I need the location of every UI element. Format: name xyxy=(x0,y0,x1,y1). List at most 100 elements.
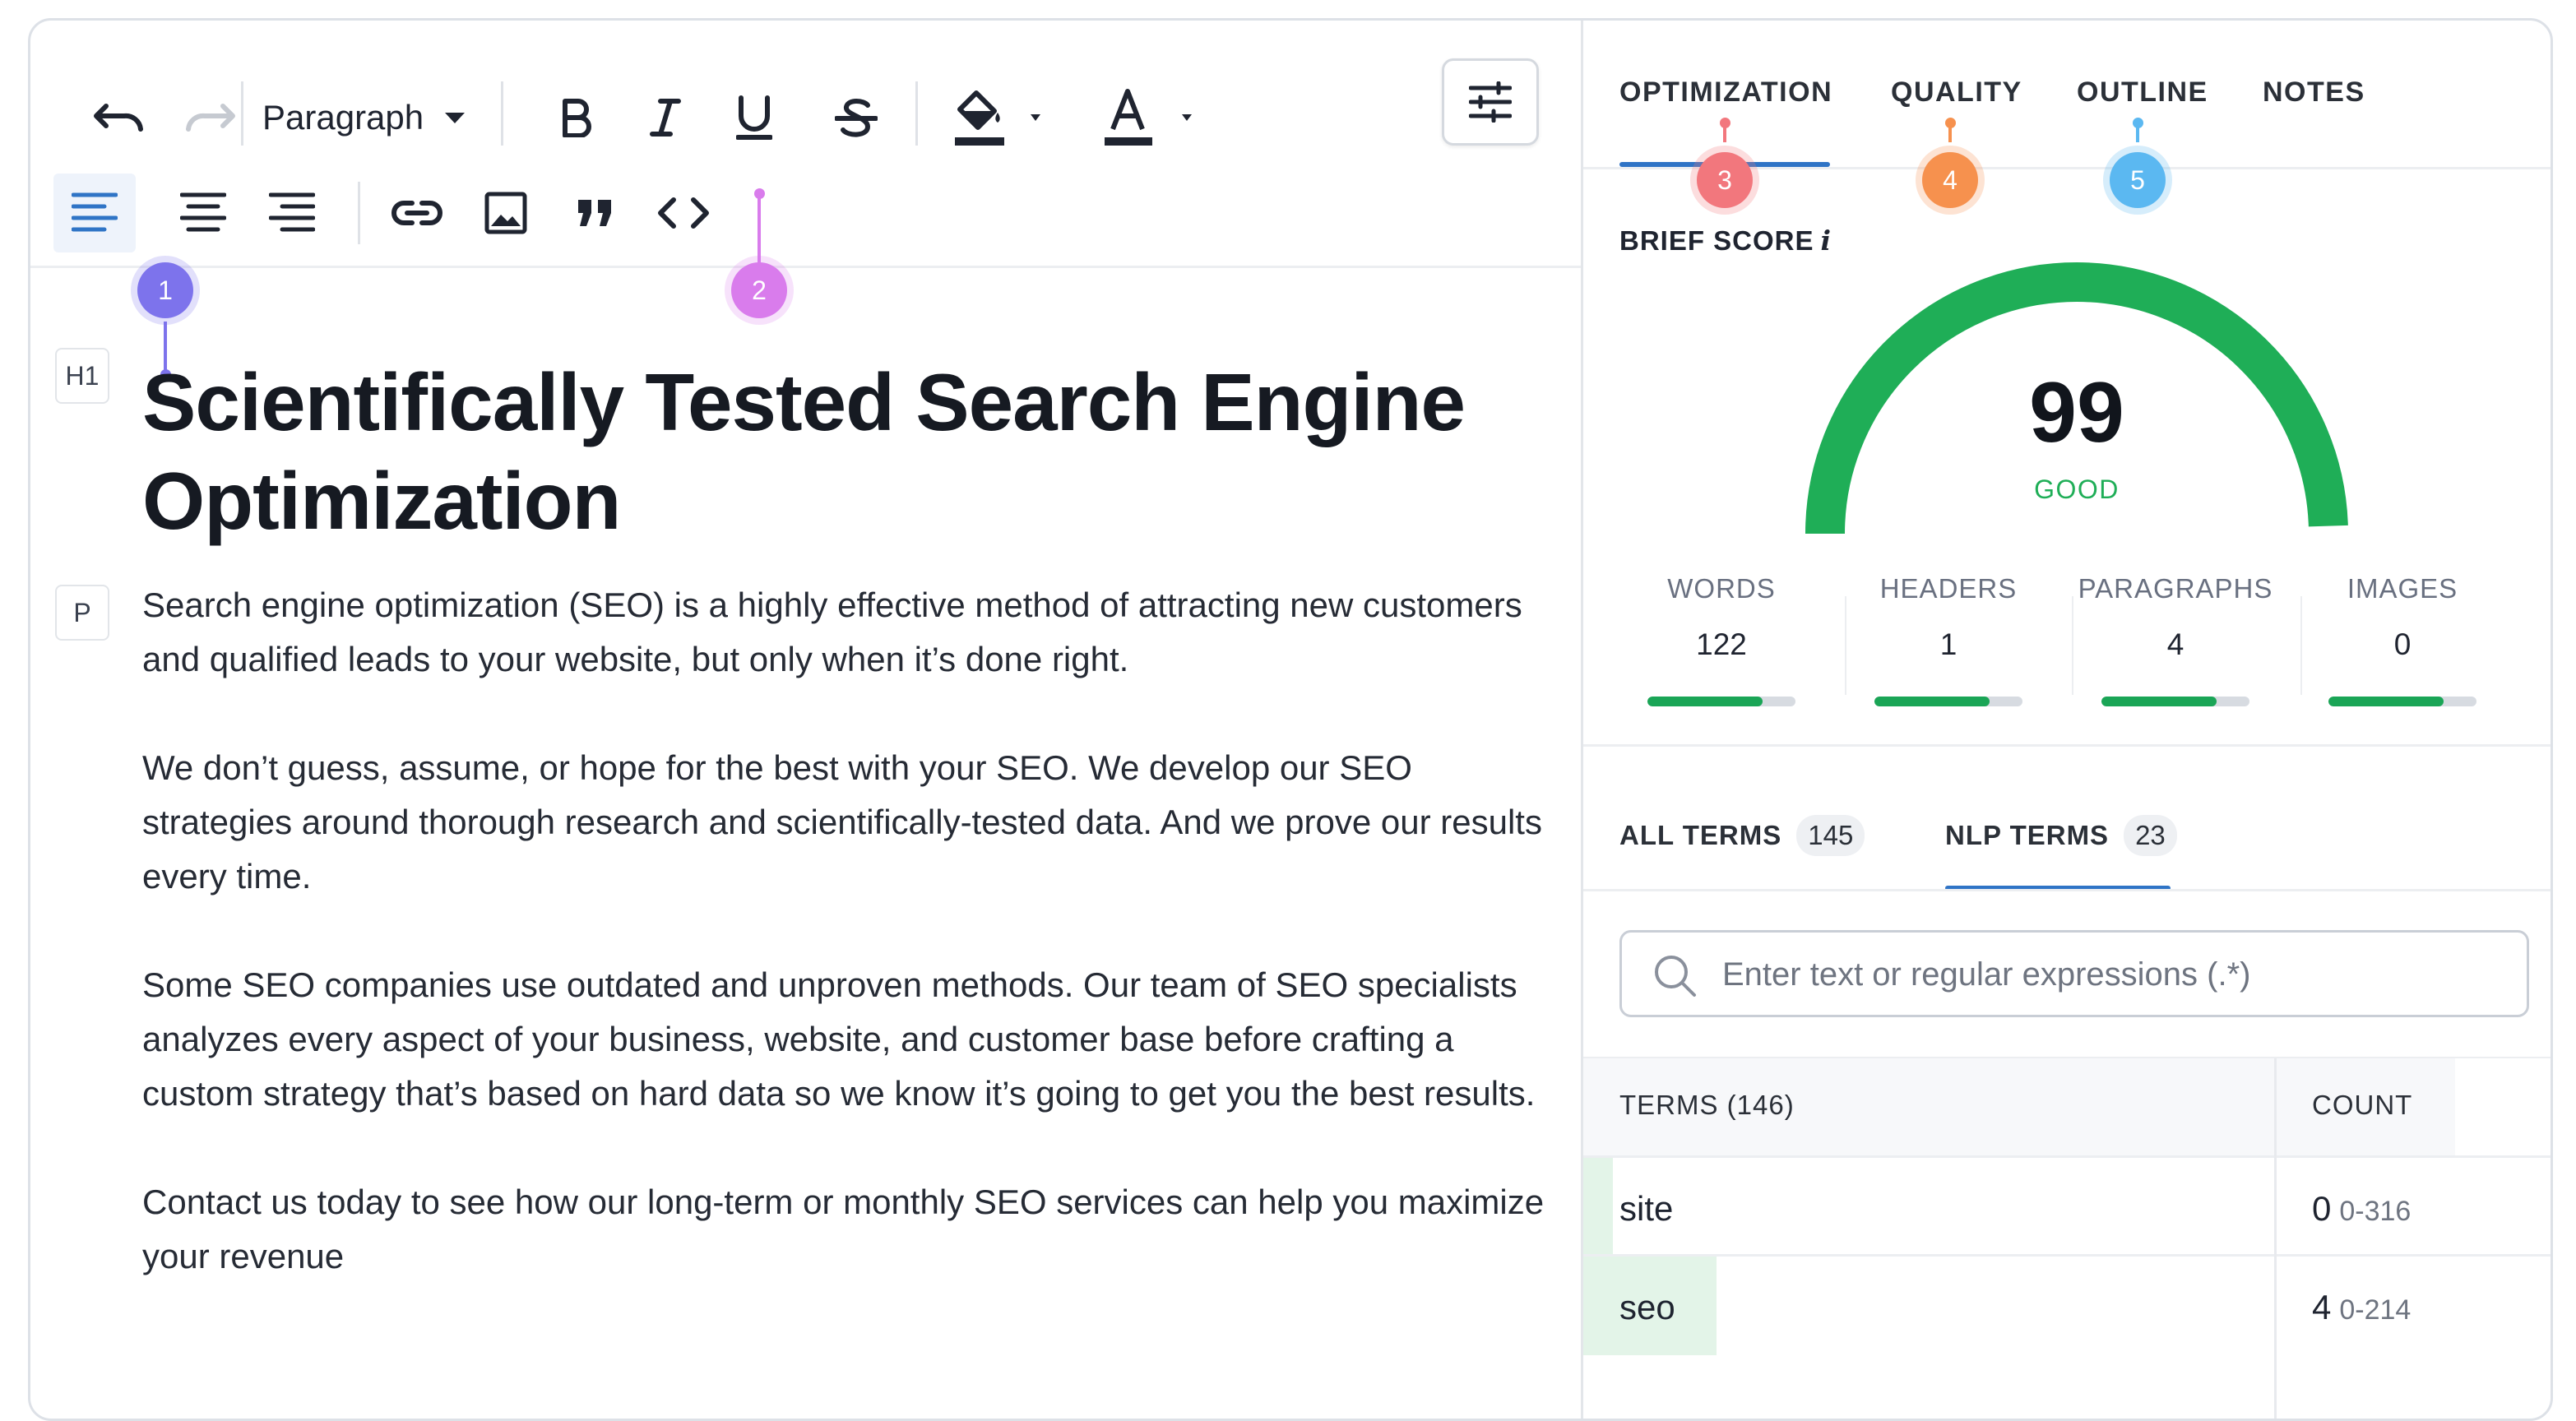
marker-connector xyxy=(1948,124,1952,142)
annotation-marker-4: 4 xyxy=(1922,152,1978,208)
block-tag-h1: H1 xyxy=(55,348,109,404)
annotation-marker-5: 5 xyxy=(2110,152,2166,208)
score-rating: GOOD xyxy=(2034,474,2120,504)
stat-progress-bar xyxy=(2101,697,2249,706)
stat-progress-fill xyxy=(1874,697,1990,706)
tab-optimization[interactable]: OPTIMIZATION xyxy=(1619,76,1832,109)
stat-value: 1 xyxy=(1939,627,1957,661)
align-left-button[interactable] xyxy=(53,174,136,252)
brief-score-title: BRIEF SCORE xyxy=(1619,225,1814,256)
stat-progress-bar xyxy=(1874,697,2022,706)
align-right-button[interactable] xyxy=(259,174,325,252)
term-count-value: 4 xyxy=(2312,1288,2332,1326)
insert-link-button[interactable] xyxy=(384,174,450,252)
column-header-terms[interactable]: TERMS (146) xyxy=(1619,1090,1795,1121)
quote-icon xyxy=(578,200,611,226)
underline-icon xyxy=(736,95,772,140)
fill-color-button[interactable] xyxy=(942,78,1057,157)
term-name: site xyxy=(1619,1189,1674,1228)
marker-connector xyxy=(758,193,761,264)
terms-search-box[interactable] xyxy=(1619,930,2529,1017)
image-icon xyxy=(484,192,527,234)
code-icon xyxy=(658,197,709,229)
code-button[interactable] xyxy=(651,174,716,252)
section-divider xyxy=(1583,744,2551,747)
blockquote-button[interactable] xyxy=(562,174,628,252)
bold-button[interactable] xyxy=(544,85,609,150)
count-badge: 23 xyxy=(2124,815,2177,856)
paragraph[interactable]: Contact us today to see how our long-ter… xyxy=(142,1175,1557,1284)
settings-sliders-icon xyxy=(1469,81,1512,123)
document-title[interactable]: Scientifically Tested Search Engine Opti… xyxy=(142,353,1491,550)
marker-connector xyxy=(2136,124,2139,142)
link-icon xyxy=(391,201,442,225)
app-frame: Paragraph 1 2 H1 Scientifically Tested S… xyxy=(28,18,2553,1421)
marker-anchor-dot xyxy=(754,188,765,199)
toolbar-separator xyxy=(915,81,918,146)
block-type-select[interactable]: Paragraph xyxy=(262,83,466,152)
terms-table-header: TERMS (146) COUNT xyxy=(1583,1058,2551,1157)
term-count-range: 0-316 xyxy=(2339,1196,2412,1227)
redo-button[interactable] xyxy=(172,85,248,150)
term-name: seo xyxy=(1619,1288,1675,1326)
tab-outline[interactable]: OUTLINE xyxy=(2077,76,2208,109)
block-tag-p: P xyxy=(55,585,109,641)
text-color-button[interactable] xyxy=(1093,78,1208,157)
editor: Paragraph 1 2 H1 Scientifically Tested S… xyxy=(30,21,1581,1419)
header-gap xyxy=(2455,1058,2551,1157)
annotation-marker-3: 3 xyxy=(1697,152,1753,208)
strikethrough-button[interactable] xyxy=(823,85,889,150)
insert-image-button[interactable] xyxy=(473,174,539,252)
paragraph[interactable]: Search engine optimization (SEO) is a hi… xyxy=(142,578,1557,687)
paragraph[interactable]: Some SEO companies use outdated and unpr… xyxy=(142,958,1557,1121)
editor-settings-button[interactable] xyxy=(1442,58,1539,146)
stat-label: IMAGES xyxy=(2347,573,2458,604)
paragraph[interactable]: We don’t guess, assume, or hope for the … xyxy=(142,741,1557,904)
tab-label: NLP TERMS xyxy=(1945,820,2110,850)
underline-button[interactable] xyxy=(721,83,787,152)
align-center-button[interactable] xyxy=(170,174,236,252)
optimization-panel: OPTIMIZATION QUALITY OUTLINE NOTES 3 4 5… xyxy=(1583,21,2551,1419)
marker-connector xyxy=(1723,124,1726,142)
tab-nlp-terms[interactable]: NLP TERMS 23 xyxy=(1945,815,2177,856)
text-color-icon xyxy=(1105,89,1192,146)
undo-icon xyxy=(94,104,143,132)
stat-label: HEADERS xyxy=(1879,573,2018,604)
stat-label: PARAGRAPHS xyxy=(2078,573,2273,604)
stat-label: WORDS xyxy=(1667,573,1776,604)
stat-headers: HEADERS 1 xyxy=(1842,573,2055,706)
tab-quality[interactable]: QUALITY xyxy=(1891,76,2022,109)
annotation-marker-2: 2 xyxy=(731,262,787,318)
column-header-count[interactable]: COUNT xyxy=(2312,1090,2412,1121)
term-coverage-bar xyxy=(1583,1158,1613,1257)
stat-images: IMAGES 0 xyxy=(2296,573,2509,706)
term-count-range: 0-214 xyxy=(2339,1294,2412,1326)
table-row[interactable]: site 0 0-316 xyxy=(1583,1158,2551,1257)
tab-all-terms[interactable]: ALL TERMS 145 xyxy=(1619,815,1865,856)
block-type-value: Paragraph xyxy=(262,98,424,137)
chevron-down-icon xyxy=(445,112,466,123)
terms-search-input[interactable] xyxy=(1721,933,2497,1016)
toolbar-separator xyxy=(241,81,243,146)
stat-value: 4 xyxy=(2166,627,2185,661)
search-icon xyxy=(1655,956,1696,997)
undo-button[interactable] xyxy=(81,85,157,150)
terms-tabs-divider xyxy=(1583,889,2551,891)
fill-color-icon xyxy=(955,90,1040,146)
stat-value: 122 xyxy=(1696,627,1747,661)
term-count: 0 0-316 xyxy=(2312,1189,2411,1229)
bold-icon xyxy=(563,99,591,137)
table-row[interactable]: seo 4 0-214 xyxy=(1583,1257,2551,1355)
stat-paragraphs: PARAGRAPHS 4 xyxy=(2069,573,2282,706)
stat-progress-bar xyxy=(1647,697,1795,706)
score-value: 99 xyxy=(2029,365,2124,461)
count-badge: 145 xyxy=(1796,815,1865,856)
annotation-marker-1: 1 xyxy=(137,262,193,318)
term-count-value: 0 xyxy=(2312,1189,2332,1228)
tab-label: ALL TERMS xyxy=(1619,820,1782,850)
toolbar-separator xyxy=(358,182,360,244)
stat-value: 0 xyxy=(2393,627,2412,661)
tab-notes[interactable]: NOTES xyxy=(2263,76,2365,109)
align-center-icon xyxy=(180,192,226,232)
italic-button[interactable] xyxy=(632,85,698,150)
